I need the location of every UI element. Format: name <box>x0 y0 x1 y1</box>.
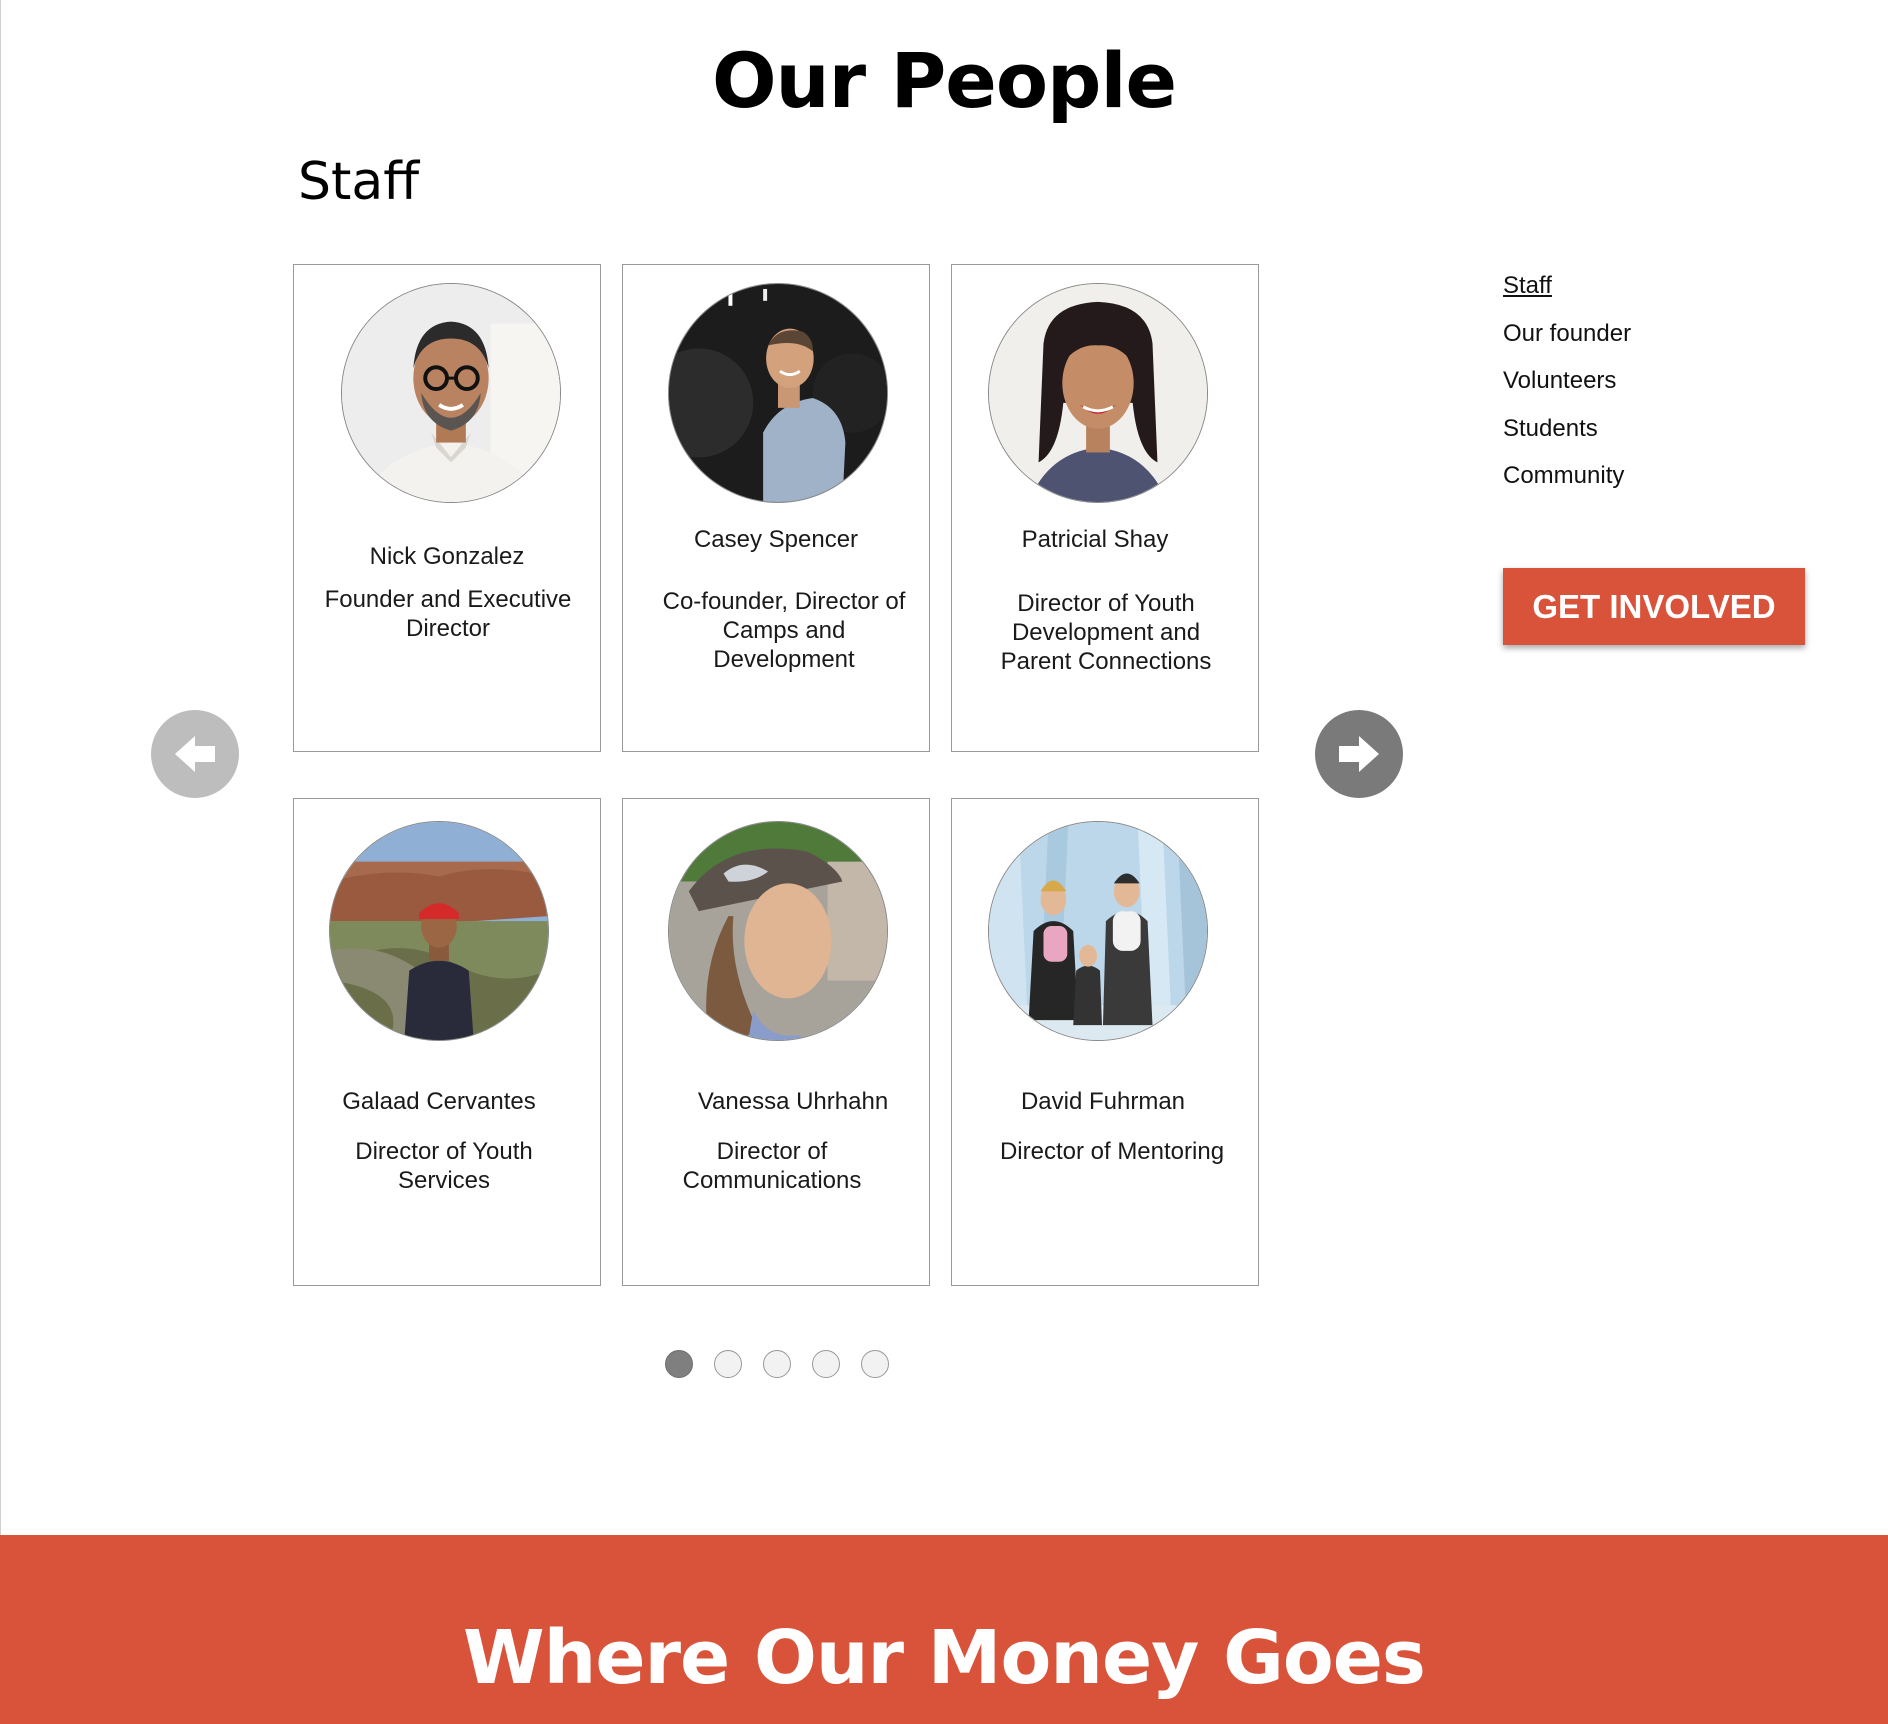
staff-name: Casey Spencer <box>693 526 859 553</box>
staff-photo <box>668 283 888 503</box>
staff-card: Patricial Shay Director of Youth Develop… <box>951 264 1259 752</box>
side-nav: Staff Our founder Volunteers Students Co… <box>1503 262 1631 500</box>
side-nav-staff[interactable]: Staff <box>1503 262 1631 310</box>
staff-photo <box>668 821 888 1041</box>
staff-role: Director of Youth Services <box>355 1138 533 1194</box>
staff-name: Vanessa Uhrhahn <box>697 1088 889 1115</box>
carousel-dot-2[interactable] <box>714 1350 742 1378</box>
staff-role: Founder and Executive Director <box>324 586 572 642</box>
staff-role: Co-founder, Director of Camps and Develo… <box>662 588 906 673</box>
section-title-staff: Staff <box>298 152 420 212</box>
staff-card: Nick Gonzalez Founder and Executive Dire… <box>293 264 601 752</box>
staff-name: Galaad Cervantes <box>342 1088 536 1115</box>
carousel-dot-5[interactable] <box>861 1350 889 1378</box>
carousel-dot-3[interactable] <box>763 1350 791 1378</box>
side-nav-community[interactable]: Community <box>1503 452 1631 500</box>
staff-role: Director of Youth Development and Parent… <box>1000 590 1212 675</box>
arrow-left-icon <box>175 736 215 772</box>
carousel-prev-button[interactable] <box>151 710 239 798</box>
carousel-next-button[interactable] <box>1315 710 1403 798</box>
arrow-right-icon <box>1339 736 1379 772</box>
staff-name: Nick Gonzalez <box>369 543 525 570</box>
money-section-band: Where Our Money Goes <box>0 1535 1888 1724</box>
page-title: Our People <box>711 36 1177 125</box>
money-section-title: Where Our Money Goes <box>463 1615 1426 1701</box>
staff-card: Vanessa Uhrhahn Director of Communicatio… <box>622 798 930 1286</box>
page-left-border <box>0 0 1 1535</box>
staff-card: Galaad Cervantes Director of Youth Servi… <box>293 798 601 1286</box>
side-nav-students[interactable]: Students <box>1503 405 1631 453</box>
staff-name: David Fuhrman <box>1020 1088 1186 1115</box>
staff-photo <box>329 821 549 1041</box>
carousel-dot-1[interactable] <box>665 1350 693 1378</box>
get-involved-button[interactable]: GET INVOLVED <box>1503 568 1805 645</box>
staff-role: Director of Mentoring <box>999 1138 1225 1165</box>
side-nav-volunteers[interactable]: Volunteers <box>1503 357 1631 405</box>
staff-role: Director of Communications <box>682 1138 862 1194</box>
staff-photo <box>341 283 561 503</box>
staff-name: Patricial Shay <box>1021 526 1169 553</box>
staff-photo <box>988 821 1208 1041</box>
side-nav-our-founder[interactable]: Our founder <box>1503 310 1631 358</box>
staff-photo <box>988 283 1208 503</box>
staff-card: David Fuhrman Director of Mentoring <box>951 798 1259 1286</box>
staff-card: Casey Spencer Co-founder, Director of Ca… <box>622 264 930 752</box>
carousel-dot-4[interactable] <box>812 1350 840 1378</box>
